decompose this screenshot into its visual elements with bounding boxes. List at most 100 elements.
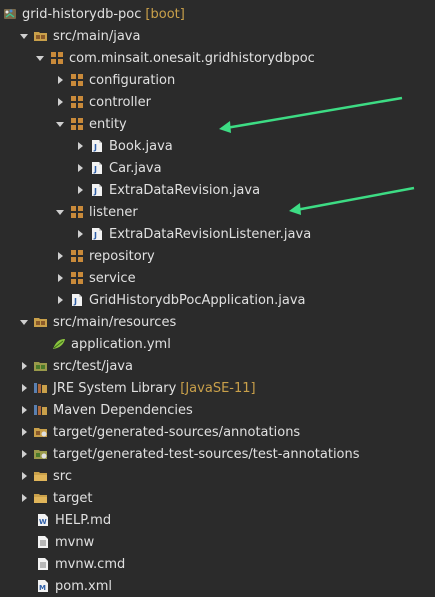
- chevron-right-icon[interactable]: [18, 448, 30, 460]
- tree-item-help-md[interactable]: W HELP.md: [0, 509, 435, 531]
- yaml-file-icon: [51, 336, 67, 352]
- tree-item-book-java[interactable]: J Book.java: [0, 135, 435, 157]
- tree-item-label: mvnw: [55, 534, 95, 550]
- markdown-file-icon: W: [35, 512, 51, 528]
- text-file-icon: [35, 534, 51, 550]
- generated-source-folder-icon: [33, 424, 49, 440]
- tree-item-label: configuration: [89, 72, 176, 88]
- svg-text:M: M: [39, 584, 46, 592]
- chevron-right-icon[interactable]: [18, 404, 30, 416]
- tree-item-label: target/generated-sources/annotations: [53, 424, 301, 440]
- library-icon: [33, 402, 49, 418]
- tree-item-controller[interactable]: controller: [0, 91, 435, 113]
- chevron-down-icon[interactable]: [34, 52, 46, 64]
- tree-item-maven-dependencies[interactable]: Maven Dependencies: [0, 399, 435, 421]
- tree-item-project[interactable]: grid-historydb-poc [boot]: [0, 3, 435, 25]
- svg-text:J: J: [73, 297, 77, 306]
- chevron-right-icon[interactable]: [74, 184, 86, 196]
- tree-item-jre-library[interactable]: JRE System Library [JavaSE-11]: [0, 377, 435, 399]
- tree-item-entity[interactable]: entity: [0, 113, 435, 135]
- tree-item-label: Book.java: [109, 138, 173, 154]
- chevron-down-icon[interactable]: [18, 30, 30, 42]
- test-source-folder-icon: [33, 358, 49, 374]
- package-icon: [49, 50, 65, 66]
- tree-item-configuration[interactable]: configuration: [0, 69, 435, 91]
- svg-text:J: J: [93, 165, 97, 174]
- tree-item-label: GridHistorydbPocApplication.java: [89, 292, 306, 308]
- tree-item-src-main-java[interactable]: src/main/java: [0, 25, 435, 47]
- chevron-right-icon[interactable]: [74, 228, 86, 240]
- folder-icon: [33, 468, 49, 484]
- project-icon: [2, 6, 18, 22]
- tree-item-extra-data-revision-listener-java[interactable]: J ExtraDataRevisionListener.java: [0, 223, 435, 245]
- chevron-right-icon[interactable]: [54, 74, 66, 86]
- java-file-icon: J: [69, 292, 85, 308]
- tree-item-label: src: [53, 468, 72, 484]
- tree-item-label: mvnw.cmd: [55, 556, 126, 572]
- chevron-right-icon[interactable]: [74, 162, 86, 174]
- tree-item-label: grid-historydb-poc: [22, 6, 142, 22]
- text-file-icon: [35, 556, 51, 572]
- java-file-icon: J: [89, 182, 105, 198]
- tree-item-service[interactable]: service: [0, 267, 435, 289]
- package-icon: [69, 116, 85, 132]
- tree-item-label: src/main/resources: [53, 314, 177, 330]
- source-folder-icon: [33, 28, 49, 44]
- tree-item-application-java[interactable]: J GridHistorydbPocApplication.java: [0, 289, 435, 311]
- source-folder-icon: [33, 314, 49, 330]
- java-file-icon: J: [89, 226, 105, 242]
- tree-item-label: src/main/java: [53, 28, 141, 44]
- tree-item-extra-data-revision-java[interactable]: J ExtraDataRevision.java: [0, 179, 435, 201]
- chevron-right-icon[interactable]: [54, 96, 66, 108]
- tree-item-label: target/generated-test-sources/test-annot…: [53, 446, 360, 462]
- tree-item-src[interactable]: src: [0, 465, 435, 487]
- chevron-right-icon[interactable]: [18, 492, 30, 504]
- tree-item-src-main-resources[interactable]: src/main/resources: [0, 311, 435, 333]
- jre-version-decoration: [JavaSE-11]: [180, 380, 256, 396]
- chevron-right-icon[interactable]: [54, 250, 66, 262]
- chevron-down-icon[interactable]: [54, 118, 66, 130]
- java-file-icon: J: [89, 160, 105, 176]
- tree-item-label: ExtraDataRevisionListener.java: [109, 226, 312, 242]
- chevron-right-icon[interactable]: [54, 294, 66, 306]
- tree-item-repository[interactable]: repository: [0, 245, 435, 267]
- package-icon: [69, 72, 85, 88]
- tree-item-label: Maven Dependencies: [53, 402, 193, 418]
- tree-item-label: entity: [89, 116, 127, 132]
- tree-item-application-yml[interactable]: application.yml: [0, 333, 435, 355]
- tree-item-mvnw-cmd[interactable]: mvnw.cmd: [0, 553, 435, 575]
- chevron-right-icon[interactable]: [18, 382, 30, 394]
- svg-text:J: J: [93, 143, 97, 152]
- tree-item-label: HELP.md: [55, 512, 112, 528]
- generated-source-folder-icon: [33, 446, 49, 462]
- tree-item-label: target: [53, 490, 93, 506]
- java-file-icon: J: [89, 138, 105, 154]
- svg-text:W: W: [39, 518, 47, 526]
- tree-item-label: ExtraDataRevision.java: [109, 182, 261, 198]
- tree-item-package-root[interactable]: com.minsait.onesait.gridhistorydbpoc: [0, 47, 435, 69]
- tree-item-pom-xml[interactable]: M pom.xml: [0, 575, 435, 597]
- tree-item-mvnw[interactable]: mvnw: [0, 531, 435, 553]
- chevron-right-icon[interactable]: [18, 470, 30, 482]
- tree-item-target[interactable]: target: [0, 487, 435, 509]
- tree-item-generated-test-sources[interactable]: target/generated-test-sources/test-annot…: [0, 443, 435, 465]
- chevron-right-icon[interactable]: [74, 140, 86, 152]
- svg-text:J: J: [93, 231, 97, 240]
- package-icon: [69, 248, 85, 264]
- chevron-down-icon[interactable]: [54, 206, 66, 218]
- tree-item-generated-sources[interactable]: target/generated-sources/annotations: [0, 421, 435, 443]
- tree-item-src-test-java[interactable]: src/test/java: [0, 355, 435, 377]
- boot-decoration: [boot]: [145, 6, 185, 22]
- svg-text:J: J: [93, 187, 97, 196]
- tree-item-listener[interactable]: listener: [0, 201, 435, 223]
- maven-pom-icon: M: [35, 578, 51, 594]
- tree-item-label: Car.java: [109, 160, 162, 176]
- chevron-right-icon[interactable]: [54, 272, 66, 284]
- library-icon: [33, 380, 49, 396]
- chevron-right-icon[interactable]: [18, 360, 30, 372]
- tree-item-car-java[interactable]: J Car.java: [0, 157, 435, 179]
- package-icon: [69, 270, 85, 286]
- chevron-down-icon[interactable]: [18, 316, 30, 328]
- tree-item-label: src/test/java: [53, 358, 133, 374]
- chevron-right-icon[interactable]: [18, 426, 30, 438]
